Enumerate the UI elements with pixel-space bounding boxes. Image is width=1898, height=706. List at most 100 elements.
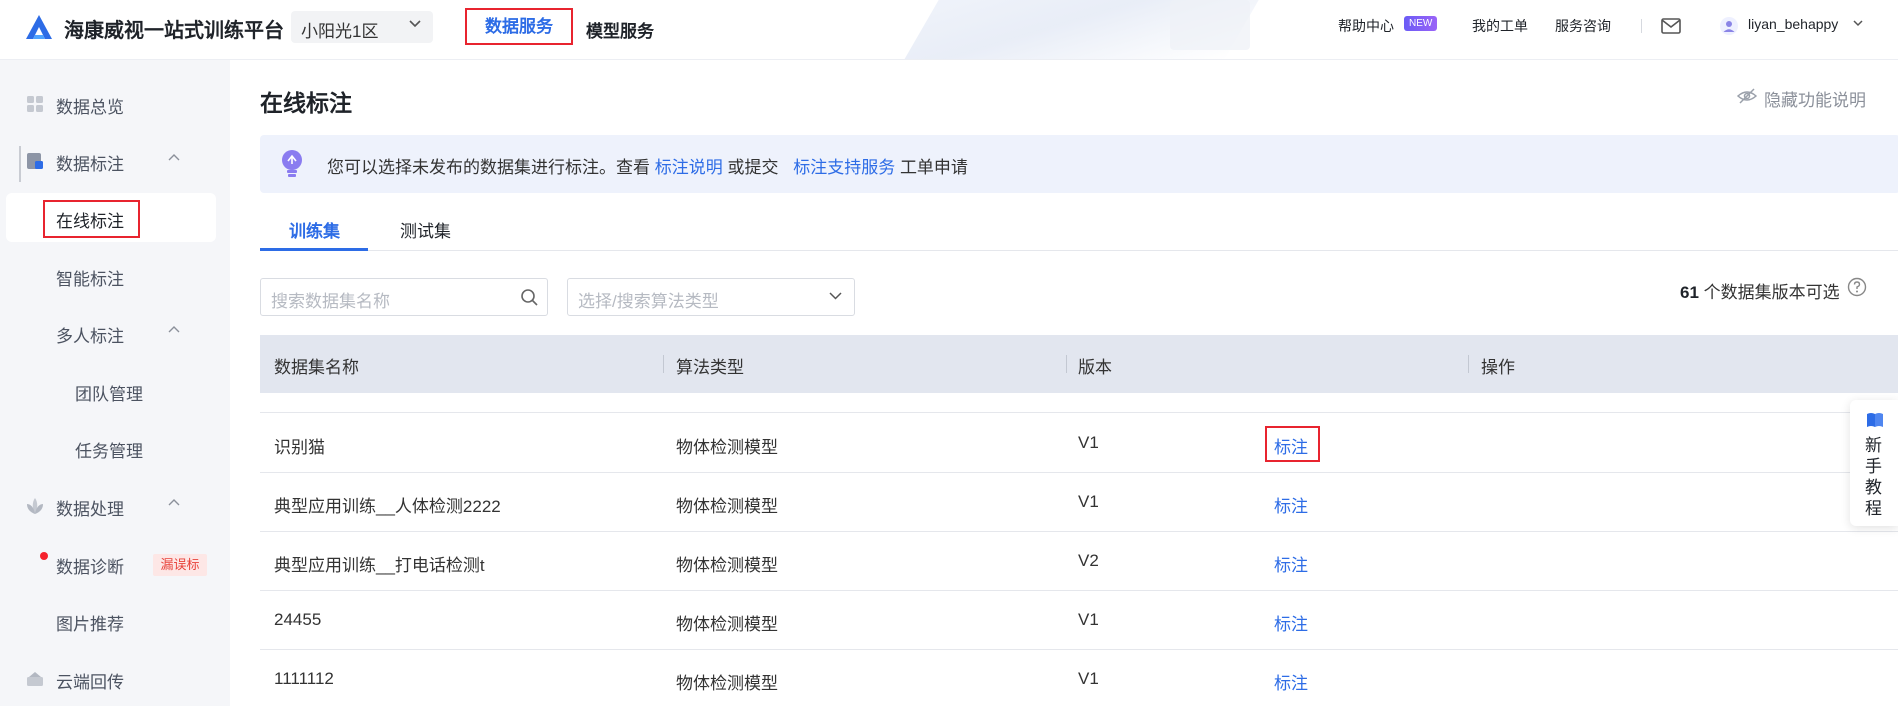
sidebar-item-team-mgmt[interactable]: 团队管理: [0, 369, 230, 413]
sidebar-item-image-recommend[interactable]: 图片推荐: [0, 599, 230, 643]
page-title: 在线标注: [260, 90, 352, 116]
dataset-tabs: 训练集 测试集: [260, 205, 1898, 251]
column-divider: [663, 355, 664, 373]
mail-icon[interactable]: [1661, 17, 1681, 35]
sidebar-item-label: 团队管理: [75, 385, 143, 404]
app-title: 海康威视一站式训练平台: [64, 20, 284, 42]
sidebar-item-smart-annotation[interactable]: 智能标注: [0, 254, 230, 298]
hide-doc-link[interactable]: 隐藏功能说明: [1764, 86, 1866, 111]
column-header-name: 数据集名称: [274, 358, 359, 377]
version: V1: [1078, 433, 1099, 452]
sidebar: 数据总览 数据标注 在线标注 智能标注 多人标注 团队管理 任务管理 数据处理 …: [0, 60, 230, 706]
question-icon[interactable]: [1847, 277, 1867, 297]
chevron-up-icon: [168, 499, 180, 506]
sidebar-item-label: 智能标注: [56, 270, 124, 289]
annotate-button[interactable]: 标注: [1274, 610, 1308, 635]
sidebar-item-label: 数据处理: [56, 500, 124, 519]
region-selector[interactable]: 小阳光1区: [291, 11, 433, 43]
tutorial-label: 新手教程: [1865, 436, 1882, 518]
dataset-count: 61 个数据集版本可选: [1680, 278, 1840, 303]
annotate-button[interactable]: 标注: [1274, 492, 1308, 517]
version: V2: [1078, 551, 1099, 570]
tab-test-set[interactable]: 测试集: [400, 217, 451, 242]
book-icon: [1867, 413, 1883, 427]
nav-data-service[interactable]: 数据服务: [465, 8, 573, 45]
my-tickets-link[interactable]: 我的工单: [1472, 16, 1528, 36]
chevron-up-icon: [168, 154, 180, 161]
dataset-count-text: 个数据集版本可选: [1703, 283, 1840, 302]
dataset-name: 识别猫: [274, 438, 325, 457]
consult-link[interactable]: 服务咨询: [1555, 16, 1611, 36]
grid-icon: [27, 96, 43, 112]
sidebar-item-label: 任务管理: [75, 442, 143, 461]
table-row: 识别猫 物体检测模型 V1 标注: [260, 414, 1898, 473]
dataset-name: 典型应用训练__打电话检测t: [274, 556, 485, 575]
info-banner: 您可以选择未发布的数据集进行标注。查看 标注说明 或提交 标注支持服务 工单申请: [260, 135, 1898, 193]
region-label: 小阳光1区: [301, 22, 379, 41]
search-icon[interactable]: [520, 288, 538, 306]
column-header-op: 操作: [1481, 358, 1515, 377]
algorithm-type: 物体检测模型: [676, 438, 778, 457]
tab-active-indicator: [260, 248, 368, 251]
highlight-box: [1265, 426, 1320, 462]
info-middle: 或提交: [727, 158, 779, 177]
user-avatar-icon[interactable]: [1720, 17, 1738, 35]
annotation-support-link[interactable]: 标注支持服务: [793, 158, 895, 177]
algorithm-type: 物体检测模型: [676, 556, 778, 575]
algorithm-type: 物体检测模型: [676, 674, 778, 693]
header-decoration-block: [1170, 0, 1250, 50]
version: V1: [1078, 492, 1099, 511]
help-center-link[interactable]: 帮助中心: [1338, 16, 1394, 36]
chevron-up-icon: [168, 326, 180, 333]
main-content: 在线标注 隐藏功能说明 您可以选择未发布的数据集进行标注。查看 标注说明 或提交…: [230, 60, 1898, 706]
table-row: 典型应用训练__打电话检测t 物体检测模型 V2 标注: [260, 532, 1898, 591]
info-prefix: 您可以选择未发布的数据集进行标注。查看: [327, 158, 650, 177]
chevron-down-icon: [409, 20, 421, 28]
annotation-guide-link[interactable]: 标注说明: [655, 158, 723, 177]
tab-training-set[interactable]: 训练集: [289, 217, 340, 242]
sidebar-item-task-mgmt[interactable]: 任务管理: [0, 426, 230, 470]
table-row: 24455 物体检测模型 V1 标注: [260, 591, 1898, 650]
diagnosis-tag: 漏误标: [153, 554, 207, 576]
column-header-version: 版本: [1078, 358, 1112, 377]
eye-off-icon[interactable]: [1737, 88, 1757, 104]
table-spacer: [260, 393, 1898, 413]
algorithm-type: 物体检测模型: [676, 615, 778, 634]
highlight-box: [43, 200, 140, 238]
sidebar-item-label: 数据标注: [56, 155, 124, 174]
annotate-button[interactable]: 标注: [1274, 551, 1308, 576]
sidebar-item-label: 数据诊断: [56, 558, 124, 577]
algorithm-type-select[interactable]: 选择/搜索算法类型: [567, 278, 855, 316]
search-input[interactable]: 搜索数据集名称: [260, 278, 548, 316]
username[interactable]: liyan_behappy: [1748, 16, 1838, 32]
search-placeholder: 搜索数据集名称: [271, 292, 390, 311]
nav-model-service[interactable]: 模型服务: [586, 17, 654, 42]
version: V1: [1078, 610, 1099, 629]
column-divider: [1468, 355, 1469, 373]
sidebar-item-label: 图片推荐: [56, 615, 124, 634]
dataset-name: 典型应用训练__人体检测2222: [274, 497, 501, 516]
sidebar-item-multi-annotation[interactable]: 多人标注: [0, 311, 230, 355]
column-divider: [1066, 355, 1067, 373]
column-header-algo: 算法类型: [676, 358, 744, 377]
sidebar-item-processing[interactable]: 数据处理: [0, 484, 230, 528]
info-suffix: 工单申请: [899, 158, 968, 177]
sidebar-item-overview[interactable]: 数据总览: [0, 82, 230, 126]
table-row: 典型应用训练__人体检测2222 物体检测模型 V1 标注: [260, 473, 1898, 532]
sidebar-item-label: 多人标注: [56, 327, 124, 346]
cloud-return-icon: [27, 672, 43, 686]
tutorial-button[interactable]: 新手教程: [1850, 400, 1898, 526]
annotation-icon: [27, 153, 43, 169]
sidebar-item-annotation[interactable]: 数据标注: [0, 139, 230, 183]
app-logo-icon[interactable]: [24, 13, 54, 41]
sidebar-item-cloud-return[interactable]: 云端回传: [0, 657, 230, 701]
annotate-button[interactable]: 标注: [1274, 669, 1308, 694]
info-text: 您可以选择未发布的数据集进行标注。查看 标注说明 或提交 标注支持服务 工单申请: [327, 153, 968, 178]
table-row: 1111112 物体检测模型 V1 标注: [260, 650, 1898, 706]
select-placeholder: 选择/搜索算法类型: [578, 292, 719, 311]
lightbulb-icon: [282, 150, 302, 177]
sidebar-item-label: 云端回传: [56, 673, 124, 692]
dataset-name: 1111112: [274, 669, 334, 688]
chevron-down-icon[interactable]: [1853, 20, 1863, 27]
sidebar-item-label: 数据总览: [56, 98, 124, 117]
